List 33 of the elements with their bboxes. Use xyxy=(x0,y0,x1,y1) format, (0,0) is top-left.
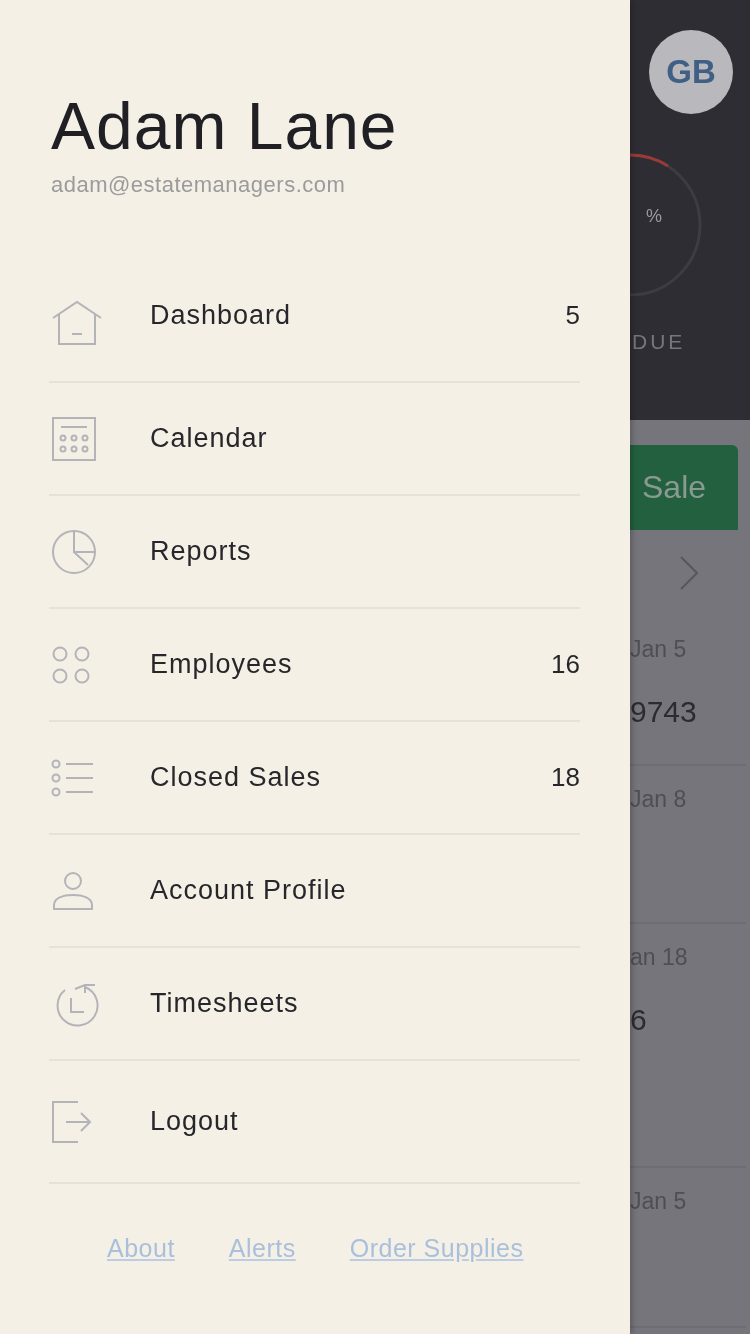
user-name: Adam Lane xyxy=(51,88,399,164)
item-count: 18 xyxy=(551,762,580,793)
menu-label: Closed Sales xyxy=(150,762,323,793)
menu-item[interactable]: Reports xyxy=(49,496,580,609)
ring-label: DUE xyxy=(631,330,687,354)
list-icon xyxy=(51,758,95,797)
item-count: 5 xyxy=(565,300,580,331)
menu-item[interactable]: Dashboard 5 xyxy=(49,242,580,383)
menu-item[interactable]: Calendar xyxy=(49,383,580,496)
menu-label: Account Profile xyxy=(150,875,348,906)
percent-sign: % xyxy=(646,206,662,227)
menu-label: Timesheets xyxy=(150,988,300,1019)
menu-item[interactable]: Account Profile xyxy=(49,835,580,948)
entry-amount: 9743 xyxy=(630,695,698,729)
person-icon xyxy=(51,870,95,911)
logout-icon xyxy=(51,1099,93,1144)
menu-label: Logout xyxy=(150,1106,240,1137)
menu-label: Calendar xyxy=(150,423,269,454)
item-count: 16 xyxy=(551,649,580,680)
house-icon xyxy=(51,300,103,346)
user-email: adam@estatemanagers.com xyxy=(51,172,347,198)
chevron-right-icon[interactable] xyxy=(680,556,698,590)
calendar-icon xyxy=(51,415,97,462)
four-circles-icon xyxy=(51,644,91,685)
menu-item[interactable]: Timesheets xyxy=(49,948,580,1061)
menu-label: Employees xyxy=(150,649,294,680)
menu-label: Reports xyxy=(150,536,253,567)
menu-item[interactable]: Closed Sales 18 xyxy=(49,722,580,835)
entry-amount: 6 xyxy=(630,1003,648,1037)
menu-label: Dashboard xyxy=(150,300,293,331)
pie-chart-icon xyxy=(51,528,97,575)
menu-item[interactable]: Logout xyxy=(49,1061,580,1184)
menu-item[interactable]: Employees 16 xyxy=(49,609,580,722)
